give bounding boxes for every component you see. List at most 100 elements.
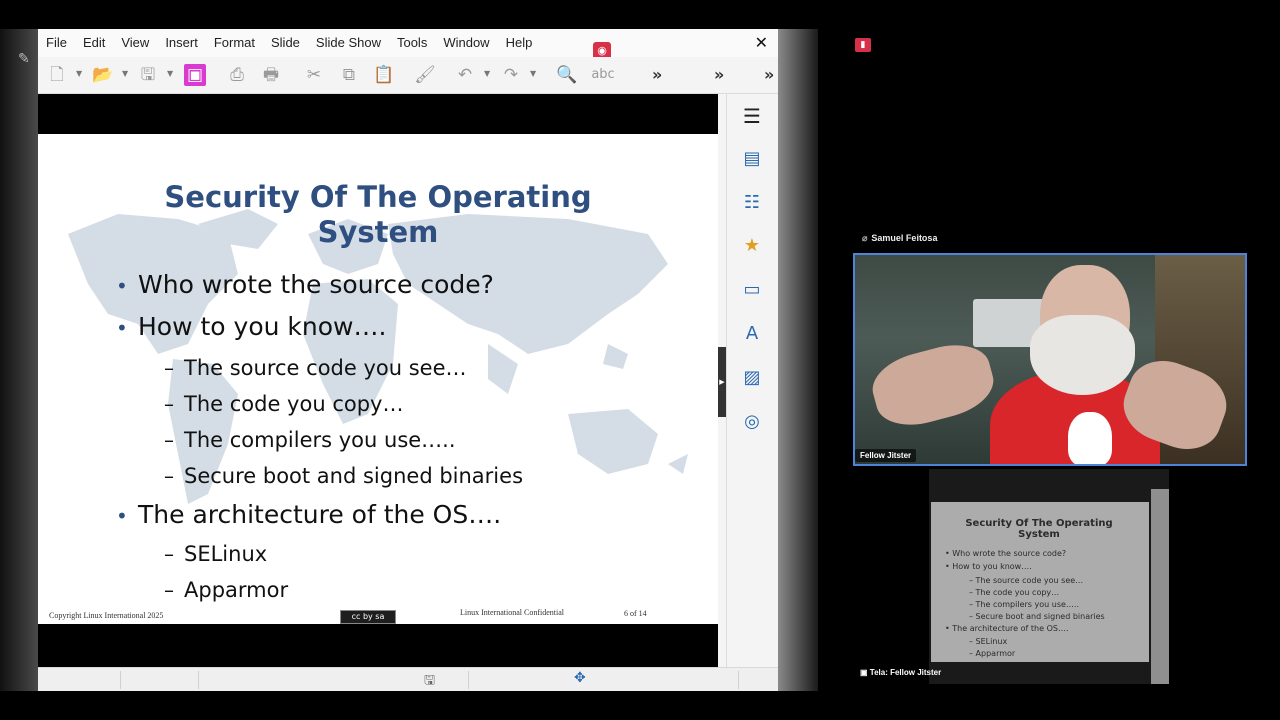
slide-page-number: 6 of 14 <box>624 609 647 618</box>
animation-icon[interactable]: ★ <box>740 234 764 258</box>
spelling-icon[interactable]: abc <box>588 64 618 86</box>
participant-video-tile[interactable] <box>853 253 1247 466</box>
menu-view[interactable]: View <box>113 29 157 57</box>
bullet-item[interactable]: • Who wrote the source code? <box>116 270 494 299</box>
toolbar-overflow-icon[interactable]: » <box>652 64 662 86</box>
sub-bullet-item[interactable]: – The source code you see… <box>164 356 467 380</box>
sub-bullet-item[interactable]: – SELinux <box>164 542 267 566</box>
print-icon[interactable]: 🖶 <box>260 64 282 86</box>
screen-share-sidebar <box>1151 489 1169 684</box>
bullet-text: Apparmor <box>184 578 289 602</box>
template-icon[interactable]: ▣ <box>184 64 206 86</box>
status-separator <box>738 671 739 689</box>
redo-dropdown-icon[interactable]: ▼ <box>530 70 538 78</box>
bullet-text: SELinux <box>184 542 268 566</box>
save-dropdown-icon[interactable]: ▼ <box>167 70 175 78</box>
sub-bullet-mark: – <box>164 464 174 488</box>
speaker-name-label: ⌀ Samuel Feitosa <box>862 233 937 244</box>
screen-share-line: – Secure boot and signed binaries <box>969 612 1105 621</box>
menu-file[interactable]: File <box>38 29 75 57</box>
muted-mic-icon: ⌀ <box>862 233 868 243</box>
bullet-item[interactable]: • The architecture of the OS…. <box>116 500 501 529</box>
sub-bullet-mark: – <box>164 356 174 380</box>
menu-slide-show[interactable]: Slide Show <box>308 29 389 57</box>
cut-icon[interactable]: ✂ <box>303 64 325 86</box>
video-person-hand <box>865 335 1001 435</box>
window-right-edge <box>778 29 818 691</box>
sub-bullet-item[interactable]: – The compilers you use….. <box>164 428 456 452</box>
gallery-icon[interactable]: ▨ <box>740 366 764 390</box>
sidebar-collapse-handle[interactable]: ▶ <box>718 347 726 417</box>
copy-icon[interactable]: ⧉ <box>338 64 360 86</box>
video-person-beard <box>1030 315 1135 395</box>
sub-bullet-item[interactable]: – Secure boot and signed binaries <box>164 464 523 488</box>
undo-icon[interactable]: ↶ <box>454 64 476 86</box>
bullet-text: How to you know…. <box>138 312 387 341</box>
sub-bullet-mark: – <box>164 578 174 602</box>
screen-share-line: – The compilers you use….. <box>969 600 1079 609</box>
navigator-icon[interactable]: ◎ <box>740 410 764 434</box>
screen-share-label-text: Tela: Fellow Jitster <box>869 668 942 677</box>
clone-formatting-icon[interactable]: 🖌 <box>414 64 436 86</box>
open-folder-icon[interactable]: 📂 <box>92 64 114 86</box>
menu-edit[interactable]: Edit <box>75 29 113 57</box>
bullet-mark: • <box>116 316 128 340</box>
screen-share-content: Security Of The Operating System • Who w… <box>929 469 1169 684</box>
toolbar-overflow-icon-2[interactable]: » <box>714 64 724 86</box>
find-replace-icon[interactable]: 🔍 <box>556 64 578 86</box>
bullet-text: The source code you see… <box>184 356 467 380</box>
open-dropdown-icon[interactable]: ▼ <box>122 70 130 78</box>
participant-name-label: Fellow Jitster <box>855 449 917 462</box>
new-icon[interactable]: 🗋 <box>46 64 68 86</box>
toolbar-overflow-icon-3[interactable]: » <box>764 64 774 86</box>
menu-help[interactable]: Help <box>498 29 541 57</box>
bullet-item[interactable]: • How to you know…. <box>116 312 386 341</box>
styles-icon[interactable]: ☷ <box>740 191 764 215</box>
menu-format[interactable]: Format <box>206 29 263 57</box>
connection-stats-icon[interactable]: ▮ <box>855 38 871 52</box>
status-bar: 🖫 ✥ <box>38 667 778 691</box>
menu-insert[interactable]: Insert <box>157 29 206 57</box>
screen-share-line: – SELinux <box>969 637 1008 646</box>
bullet-text: The compilers you use….. <box>184 428 456 452</box>
creative-commons-badge: cc by sa <box>340 610 396 624</box>
close-document-icon[interactable]: ✕ <box>755 33 768 52</box>
slide-footer-copyright: Copyright Linux International 2025 <box>49 611 164 620</box>
paste-icon[interactable]: 📋 <box>373 64 395 86</box>
document-modified-icon[interactable]: 🖫 <box>424 671 435 693</box>
sidebar-menu-icon[interactable]: ☰ <box>740 104 764 128</box>
screen-share-label: ▣ Tela: Fellow Jitster <box>860 668 941 677</box>
sub-bullet-mark: – <box>164 392 174 416</box>
menu-tools[interactable]: Tools <box>389 29 435 57</box>
sub-bullet-item[interactable]: – The code you copy… <box>164 392 403 416</box>
bullet-text: Who wrote the source code? <box>138 270 494 299</box>
redo-icon[interactable]: ↷ <box>500 64 522 86</box>
screen-share-line: – The source code you see… <box>969 576 1084 585</box>
slide-canvas[interactable]: Security Of The Operating System • Who wr… <box>38 94 718 667</box>
properties-icon[interactable]: ▤ <box>740 147 764 171</box>
bullet-mark: • <box>116 274 128 298</box>
new-dropdown-icon[interactable]: ▼ <box>76 70 84 78</box>
sidebar-deck: ☰ ▤ ☷ ★ ▭ A ▨ ◎ <box>726 94 778 667</box>
bullet-text: Secure boot and signed binaries <box>184 464 524 488</box>
window-left-edge <box>0 29 38 691</box>
export-pdf-icon[interactable]: ⎙ <box>226 64 248 86</box>
status-separator <box>198 671 199 689</box>
slide[interactable]: Security Of The Operating System • Who wr… <box>38 134 718 624</box>
bullet-text: The code you copy… <box>184 392 404 416</box>
screen-share-line: – The code you copy… <box>969 588 1060 597</box>
screen-share-tile[interactable]: Security Of The Operating System • Who w… <box>929 469 1169 684</box>
slide-transition-icon[interactable]: ▭ <box>740 278 764 302</box>
master-slides-icon[interactable]: A <box>740 322 764 346</box>
menu-window[interactable]: Window <box>435 29 497 57</box>
move-cursor-icon: ✥ <box>574 670 586 686</box>
menu-slide[interactable]: Slide <box>263 29 308 57</box>
slide-footer-confidential: Linux International Confidential <box>460 608 564 617</box>
undo-dropdown-icon[interactable]: ▼ <box>484 70 492 78</box>
impress-window: ✎ File Edit View Insert Format Slide Sli… <box>0 29 818 691</box>
slide-title[interactable]: Security Of The Operating System <box>118 180 638 250</box>
sub-bullet-item[interactable]: – Apparmor <box>164 578 288 602</box>
bullet-mark: • <box>116 504 128 528</box>
status-separator <box>468 671 469 689</box>
save-icon[interactable]: 🖫 <box>137 64 159 86</box>
